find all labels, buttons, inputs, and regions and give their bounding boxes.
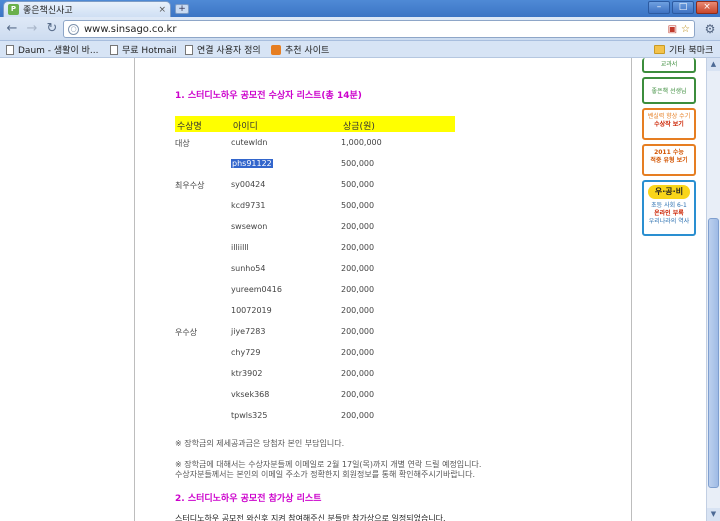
header-prize: 상금(원) xyxy=(343,122,375,132)
reload-icon[interactable]: ↻ xyxy=(44,21,60,37)
cell-id: ktr3902 xyxy=(231,369,263,378)
banner-grades[interactable]: 벤실력 향상 수기 수상작 보기 xyxy=(642,108,696,140)
site-favicon-icon: P xyxy=(8,4,19,15)
section2-text: 스터디노하우 공모전 와신후 지켜 참여해주신 분들만 참가상으로 일정되었습니… xyxy=(175,514,446,521)
cell-award: 대상 xyxy=(175,139,190,148)
cell-award: 우수상 xyxy=(175,328,198,337)
cell-id: swsewon xyxy=(231,222,268,231)
page-info-icon[interactable]: ○ xyxy=(68,23,79,35)
cell-id: phs91122 xyxy=(231,159,273,168)
address-bar[interactable]: ○ ▣ ☆ xyxy=(63,20,695,38)
scroll-thumb[interactable] xyxy=(708,218,719,488)
cell-prize: 500,000 xyxy=(341,159,375,168)
cell-prize: 500,000 xyxy=(341,180,375,189)
url-input[interactable] xyxy=(84,22,668,36)
content-column: 1. 스터디노하우 공모전 수상자 리스트(총 14분) 수상명 아이디 상금(… xyxy=(134,58,632,521)
banner-ugongbi[interactable]: 우·공·비 초등 사회 6-1 온라인 부록 우리나라의 역사 xyxy=(642,180,696,236)
section1-title: 1. 스터디노하우 공모전 수상자 리스트(총 14분) xyxy=(175,91,362,101)
maximize-button[interactable]: □ xyxy=(672,1,694,14)
cell-prize: 200,000 xyxy=(341,222,375,231)
new-tab-button[interactable]: + xyxy=(175,4,189,14)
scroll-down-arrow-icon[interactable]: ▼ xyxy=(707,508,720,521)
bookmark-star-icon[interactable]: ☆ xyxy=(681,24,690,35)
banner-textbook-label: 교과서 xyxy=(660,61,678,68)
cell-prize: 1,000,000 xyxy=(341,138,382,147)
other-bookmarks-label: 기타 북마크 xyxy=(669,46,714,56)
banner-teacher[interactable]: 좋은책 선생님 xyxy=(642,77,696,104)
minimize-button[interactable]: – xyxy=(648,1,670,14)
cell-prize: 200,000 xyxy=(341,264,375,273)
cell-id: sunho54 xyxy=(231,264,266,273)
cell-id: kcd9731 xyxy=(231,201,266,210)
banner-ugongbi-line2: 온라인 부록 xyxy=(654,210,684,217)
popup-blocked-icon[interactable]: ▣ xyxy=(668,24,677,35)
forward-arrow-icon[interactable]: → xyxy=(24,21,40,37)
banner-csat-line2: 적중 유형 보기 xyxy=(650,157,688,164)
tax-note: ※ 장학금의 제세공과금은 당첨자 본인 부담입니다. xyxy=(175,439,345,448)
bookmark-label: 연결 사용자 정의 xyxy=(197,46,261,56)
cell-id: jiye7283 xyxy=(231,327,266,336)
cell-id: 10072019 xyxy=(231,306,272,315)
cell-prize: 200,000 xyxy=(341,411,375,420)
cell-id: chy729 xyxy=(231,348,261,357)
back-arrow-icon[interactable]: ← xyxy=(4,21,20,37)
bookmark-label: 무료 Hotmail xyxy=(122,46,177,56)
banner-csat-line1: 2011 수능 xyxy=(654,149,684,156)
banner-csat[interactable]: 2011 수능 적중 유형 보기 xyxy=(642,144,696,176)
cell-prize: 200,000 xyxy=(341,390,375,399)
tab-strip: P 좋은책신사고 × + – □ × xyxy=(0,0,720,17)
vertical-scrollbar[interactable]: ▲ ▼ xyxy=(706,58,720,521)
cell-prize: 200,000 xyxy=(341,243,375,252)
close-window-button[interactable]: × xyxy=(696,1,718,14)
tab-close-icon[interactable]: × xyxy=(158,5,166,15)
other-bookmarks[interactable]: 기타 북마크 xyxy=(654,43,713,56)
cell-prize: 200,000 xyxy=(341,348,375,357)
banner-ugongbi-line3: 우리나라의 역사 xyxy=(648,218,690,225)
winners-table-header: 수상명 아이디 상금(원) xyxy=(175,116,455,132)
cell-id: illiilll xyxy=(231,243,249,252)
cell-id: yureem0416 xyxy=(231,285,282,294)
bookmark-daum[interactable]: Daum - 생활이 바... xyxy=(6,43,98,56)
tab-title: 좋은책신사고 xyxy=(23,6,73,16)
suggested-sites-icon xyxy=(271,44,281,55)
wrench-menu-icon[interactable]: ⚙ xyxy=(702,21,718,37)
email-check-note: 수상자분들께서는 본인의 이메일 주소가 정확한지 회원정보를 통해 확인해주시… xyxy=(175,470,476,479)
cell-prize: 200,000 xyxy=(341,306,375,315)
browser-toolbar: ← → ↻ ○ ▣ ☆ ⚙ xyxy=(0,17,720,41)
cell-prize: 200,000 xyxy=(341,285,375,294)
cell-id: tpwls325 xyxy=(231,411,268,420)
cell-prize: 500,000 xyxy=(341,201,375,210)
page-viewport: 1. 스터디노하우 공모전 수상자 리스트(총 14분) 수상명 아이디 상금(… xyxy=(0,58,706,521)
bookmark-hotmail[interactable]: 무료 Hotmail xyxy=(110,43,177,56)
bookmarks-bar: Daum - 생활이 바... 무료 Hotmail 연결 사용자 정의 추천 … xyxy=(0,41,720,58)
cell-id: vksek368 xyxy=(231,390,270,399)
bookmark-label: Daum - 생활이 바... xyxy=(18,46,99,56)
section2-title: 2. 스터디노하우 공모전 참가상 리스트 xyxy=(175,494,322,504)
header-id: 아이디 xyxy=(233,122,258,132)
folder-icon xyxy=(654,45,665,54)
page-icon xyxy=(185,44,193,55)
bookmark-label: 추천 사이트 xyxy=(285,46,330,56)
banner-ugongbi-line1: 초등 사회 6-1 xyxy=(651,202,687,209)
bookmark-customize-links[interactable]: 연결 사용자 정의 xyxy=(185,43,261,56)
scroll-up-arrow-icon[interactable]: ▲ xyxy=(707,58,720,71)
cell-id: sy00424 xyxy=(231,180,266,189)
banner-textbook[interactable]: 교과서 xyxy=(642,58,696,73)
cell-award: 최우수상 xyxy=(175,181,205,190)
cell-prize: 200,000 xyxy=(341,327,375,336)
ugongbi-logo: 우·공·비 xyxy=(648,185,690,199)
browser-window: P 좋은책신사고 × + – □ × ← → ↻ ○ ▣ ☆ ⚙ Daum - … xyxy=(0,0,720,521)
page-icon xyxy=(6,44,14,55)
banner-teacher-label: 좋은책 선생님 xyxy=(651,88,687,95)
cell-prize: 200,000 xyxy=(341,369,375,378)
page-icon xyxy=(110,44,118,55)
bookmark-suggested-sites[interactable]: 추천 사이트 xyxy=(271,43,329,56)
banner-grades-line2: 수상작 보기 xyxy=(654,121,684,128)
tab-active[interactable]: P 좋은책신사고 × xyxy=(3,1,171,17)
cell-id: cutewldn xyxy=(231,138,268,147)
header-award: 수상명 xyxy=(177,122,202,132)
banner-grades-line1: 벤실력 향상 수기 xyxy=(647,113,691,120)
